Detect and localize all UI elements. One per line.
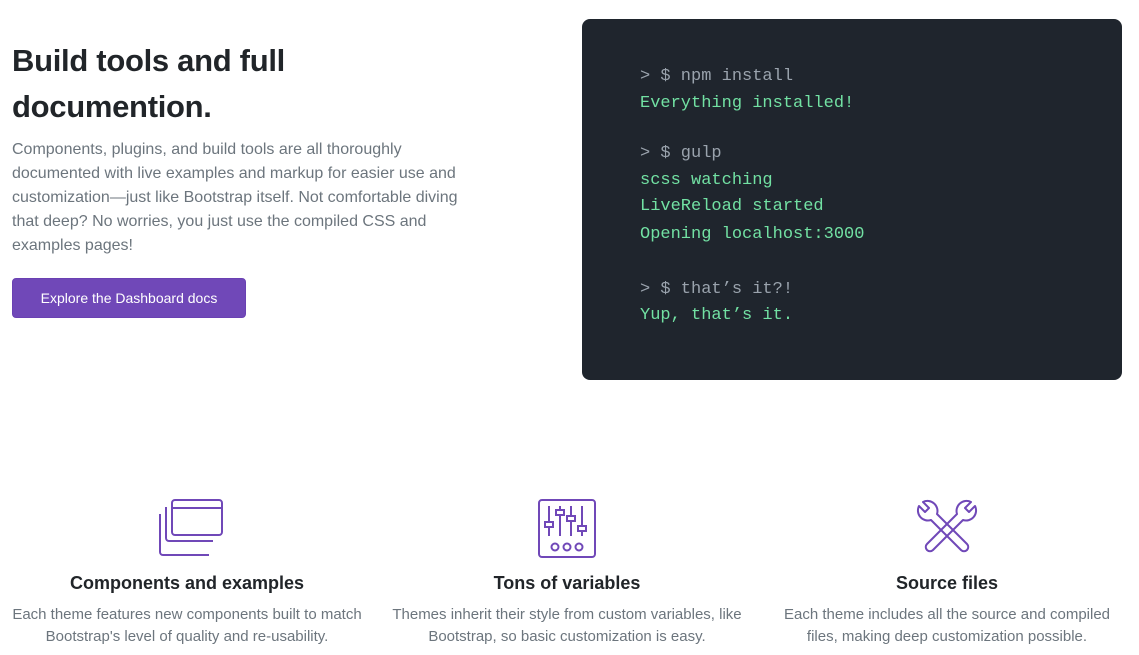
terminal-line: scss watching [640,171,773,190]
terminal-line: > $ npm install [640,67,794,86]
explore-docs-button[interactable]: Explore the Dashboard docs [12,278,246,318]
feature-source-files: Source files Each theme includes all the… [767,496,1127,648]
hero-description: Components, plugins, and build tools are… [12,141,458,254]
sliders-icon [538,499,596,558]
feature-title: Tons of variables [493,573,641,593]
feature-text: Themes inherit their style from custom v… [392,606,742,645]
feature-text: Each theme features new components built… [12,606,362,645]
feature-components: Components and examples Each theme featu… [7,496,367,648]
stacked-windows-icon [159,499,223,556]
terminal-line: > $ that’s it?! [640,280,794,299]
feature-variables: Tons of variables Themes inherit their s… [387,496,747,648]
terminal-panel: > $ npm install Everything installed! > … [582,19,1122,380]
terminal-line: Everything installed! [640,94,855,113]
page: Build tools and full documention. Compon… [0,0,1139,655]
terminal-line: Opening localhost:3000 [640,225,865,244]
tools-icon [916,499,978,553]
terminal-line: Yup, that’s it. [640,306,794,325]
feature-text: Each theme includes all the source and c… [783,606,1111,645]
feature-title: Components and examples [69,573,305,593]
hero-title: Build tools and full documention. [12,43,285,124]
feature-title: Source files [895,573,999,593]
terminal-line: LiveReload started [640,197,824,216]
terminal-line: > $ gulp [640,144,722,163]
